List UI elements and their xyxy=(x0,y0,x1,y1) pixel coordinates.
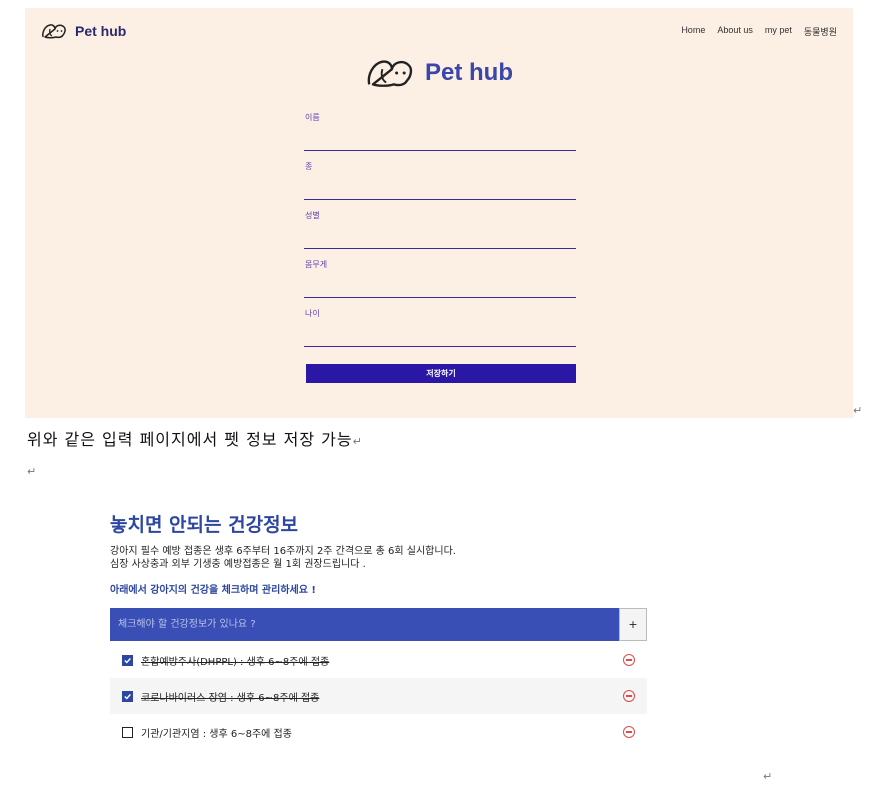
age-underline xyxy=(304,346,576,347)
age-input[interactable] xyxy=(304,326,578,346)
health-item-input[interactable]: 체크해야 할 건강정보가 있나요 ? xyxy=(110,608,619,641)
checkmark-icon xyxy=(124,693,131,700)
health-description: 강아지 필수 예방 접종은 생후 6주부터 16주까지 2주 간격으로 총 6회… xyxy=(110,545,650,571)
return-mark: ↵ xyxy=(352,435,363,448)
nav-about-us[interactable]: About us xyxy=(717,25,753,38)
list-item: 기관/기관지염 : 생후 6~8주에 접종 xyxy=(110,714,647,750)
add-health-item-bar: 체크해야 할 건강정보가 있나요 ? + xyxy=(110,608,647,641)
weight-label: 몸무게 xyxy=(305,260,328,269)
health-checklist: 혼합예방주사(DHPPL) : 생후 6~8주에 접종 코로나바이러스 장염 :… xyxy=(110,642,647,750)
weight-input[interactable] xyxy=(304,277,578,297)
health-info-section: 놓치면 안되는 건강정보 강아지 필수 예방 접종은 생후 6주부터 16주까지… xyxy=(110,510,650,596)
remove-icon[interactable] xyxy=(623,654,635,666)
sex-underline xyxy=(304,248,576,249)
breed-label: 종 xyxy=(305,162,313,171)
checkbox-checked[interactable] xyxy=(122,654,133,666)
item-text: 혼합예방주사(DHPPL) : 생후 6~8주에 접종 xyxy=(141,656,330,668)
health-desc-line: 강아지 필수 예방 접종은 생후 6주부터 16주까지 2주 간격으로 총 6회… xyxy=(110,546,456,557)
brand-header: Pet hub xyxy=(365,56,513,90)
top-nav: Home About us my pet 동물병원 xyxy=(681,25,837,38)
pethub-form-screenshot: Pet hub Home About us my pet 동물병원 Pet hu… xyxy=(25,8,853,418)
weight-underline xyxy=(304,297,576,298)
return-mark: ↵ xyxy=(763,770,773,783)
health-subtitle: 아래에서 강아지의 건강을 체크하며 관리하세요 ! xyxy=(110,585,316,596)
weight-field: 몸무게 xyxy=(304,259,578,308)
remove-icon[interactable] xyxy=(623,690,635,702)
breed-field: 종 xyxy=(304,161,578,210)
name-field: 이름 xyxy=(304,112,578,161)
caption-text: 위와 같은 입력 페이지에서 펫 정보 저장 가능 xyxy=(27,430,353,449)
pet-logo-large-icon xyxy=(367,60,413,87)
remove-icon[interactable] xyxy=(623,726,635,738)
nav-animal-hospital[interactable]: 동물병원 xyxy=(804,25,837,38)
page-title: Pet hub xyxy=(425,59,513,86)
age-label: 나이 xyxy=(305,309,320,318)
document-caption: 위와 같은 입력 페이지에서 펫 정보 저장 가능↵ xyxy=(27,426,363,450)
list-item: 혼합예방주사(DHPPL) : 생후 6~8주에 접종 xyxy=(110,642,647,678)
sex-input[interactable] xyxy=(304,228,578,248)
list-item: 코로나바이러스 장염 : 생후 6~8주에 접종 xyxy=(110,678,647,714)
return-mark: ↵ xyxy=(853,404,863,417)
pet-logo-icon xyxy=(42,24,66,39)
age-field: 나이 xyxy=(304,308,578,357)
brand-name: Pet hub xyxy=(75,23,127,39)
checkbox-unchecked[interactable] xyxy=(122,726,133,738)
health-title: 놓치면 안되는 건강정보 xyxy=(110,514,299,536)
sex-field: 성별 xyxy=(304,210,578,259)
brand-logo-small[interactable]: Pet hub xyxy=(41,21,126,41)
checkbox-checked[interactable] xyxy=(122,690,133,702)
health-desc-line: 심장 사상충과 외부 기생충 예방접종은 월 1회 권장드립니다 . xyxy=(110,559,366,570)
return-mark: ↵ xyxy=(27,465,37,478)
save-button[interactable]: 저장하기 xyxy=(306,364,576,383)
name-label: 이름 xyxy=(305,113,320,122)
breed-underline xyxy=(304,199,576,200)
sex-label: 성별 xyxy=(305,211,320,220)
name-input[interactable] xyxy=(304,130,578,150)
pet-info-form: 이름 종 성별 몸무게 나이 xyxy=(304,112,578,357)
nav-home[interactable]: Home xyxy=(681,25,705,38)
item-text: 기관/기관지염 : 생후 6~8주에 접종 xyxy=(141,728,292,740)
breed-input[interactable] xyxy=(304,179,578,199)
item-text: 코로나바이러스 장염 : 생후 6~8주에 접종 xyxy=(141,692,320,704)
name-underline xyxy=(304,150,576,151)
checkmark-icon xyxy=(124,657,131,664)
nav-my-pet[interactable]: my pet xyxy=(765,25,792,38)
add-item-button[interactable]: + xyxy=(619,608,647,641)
